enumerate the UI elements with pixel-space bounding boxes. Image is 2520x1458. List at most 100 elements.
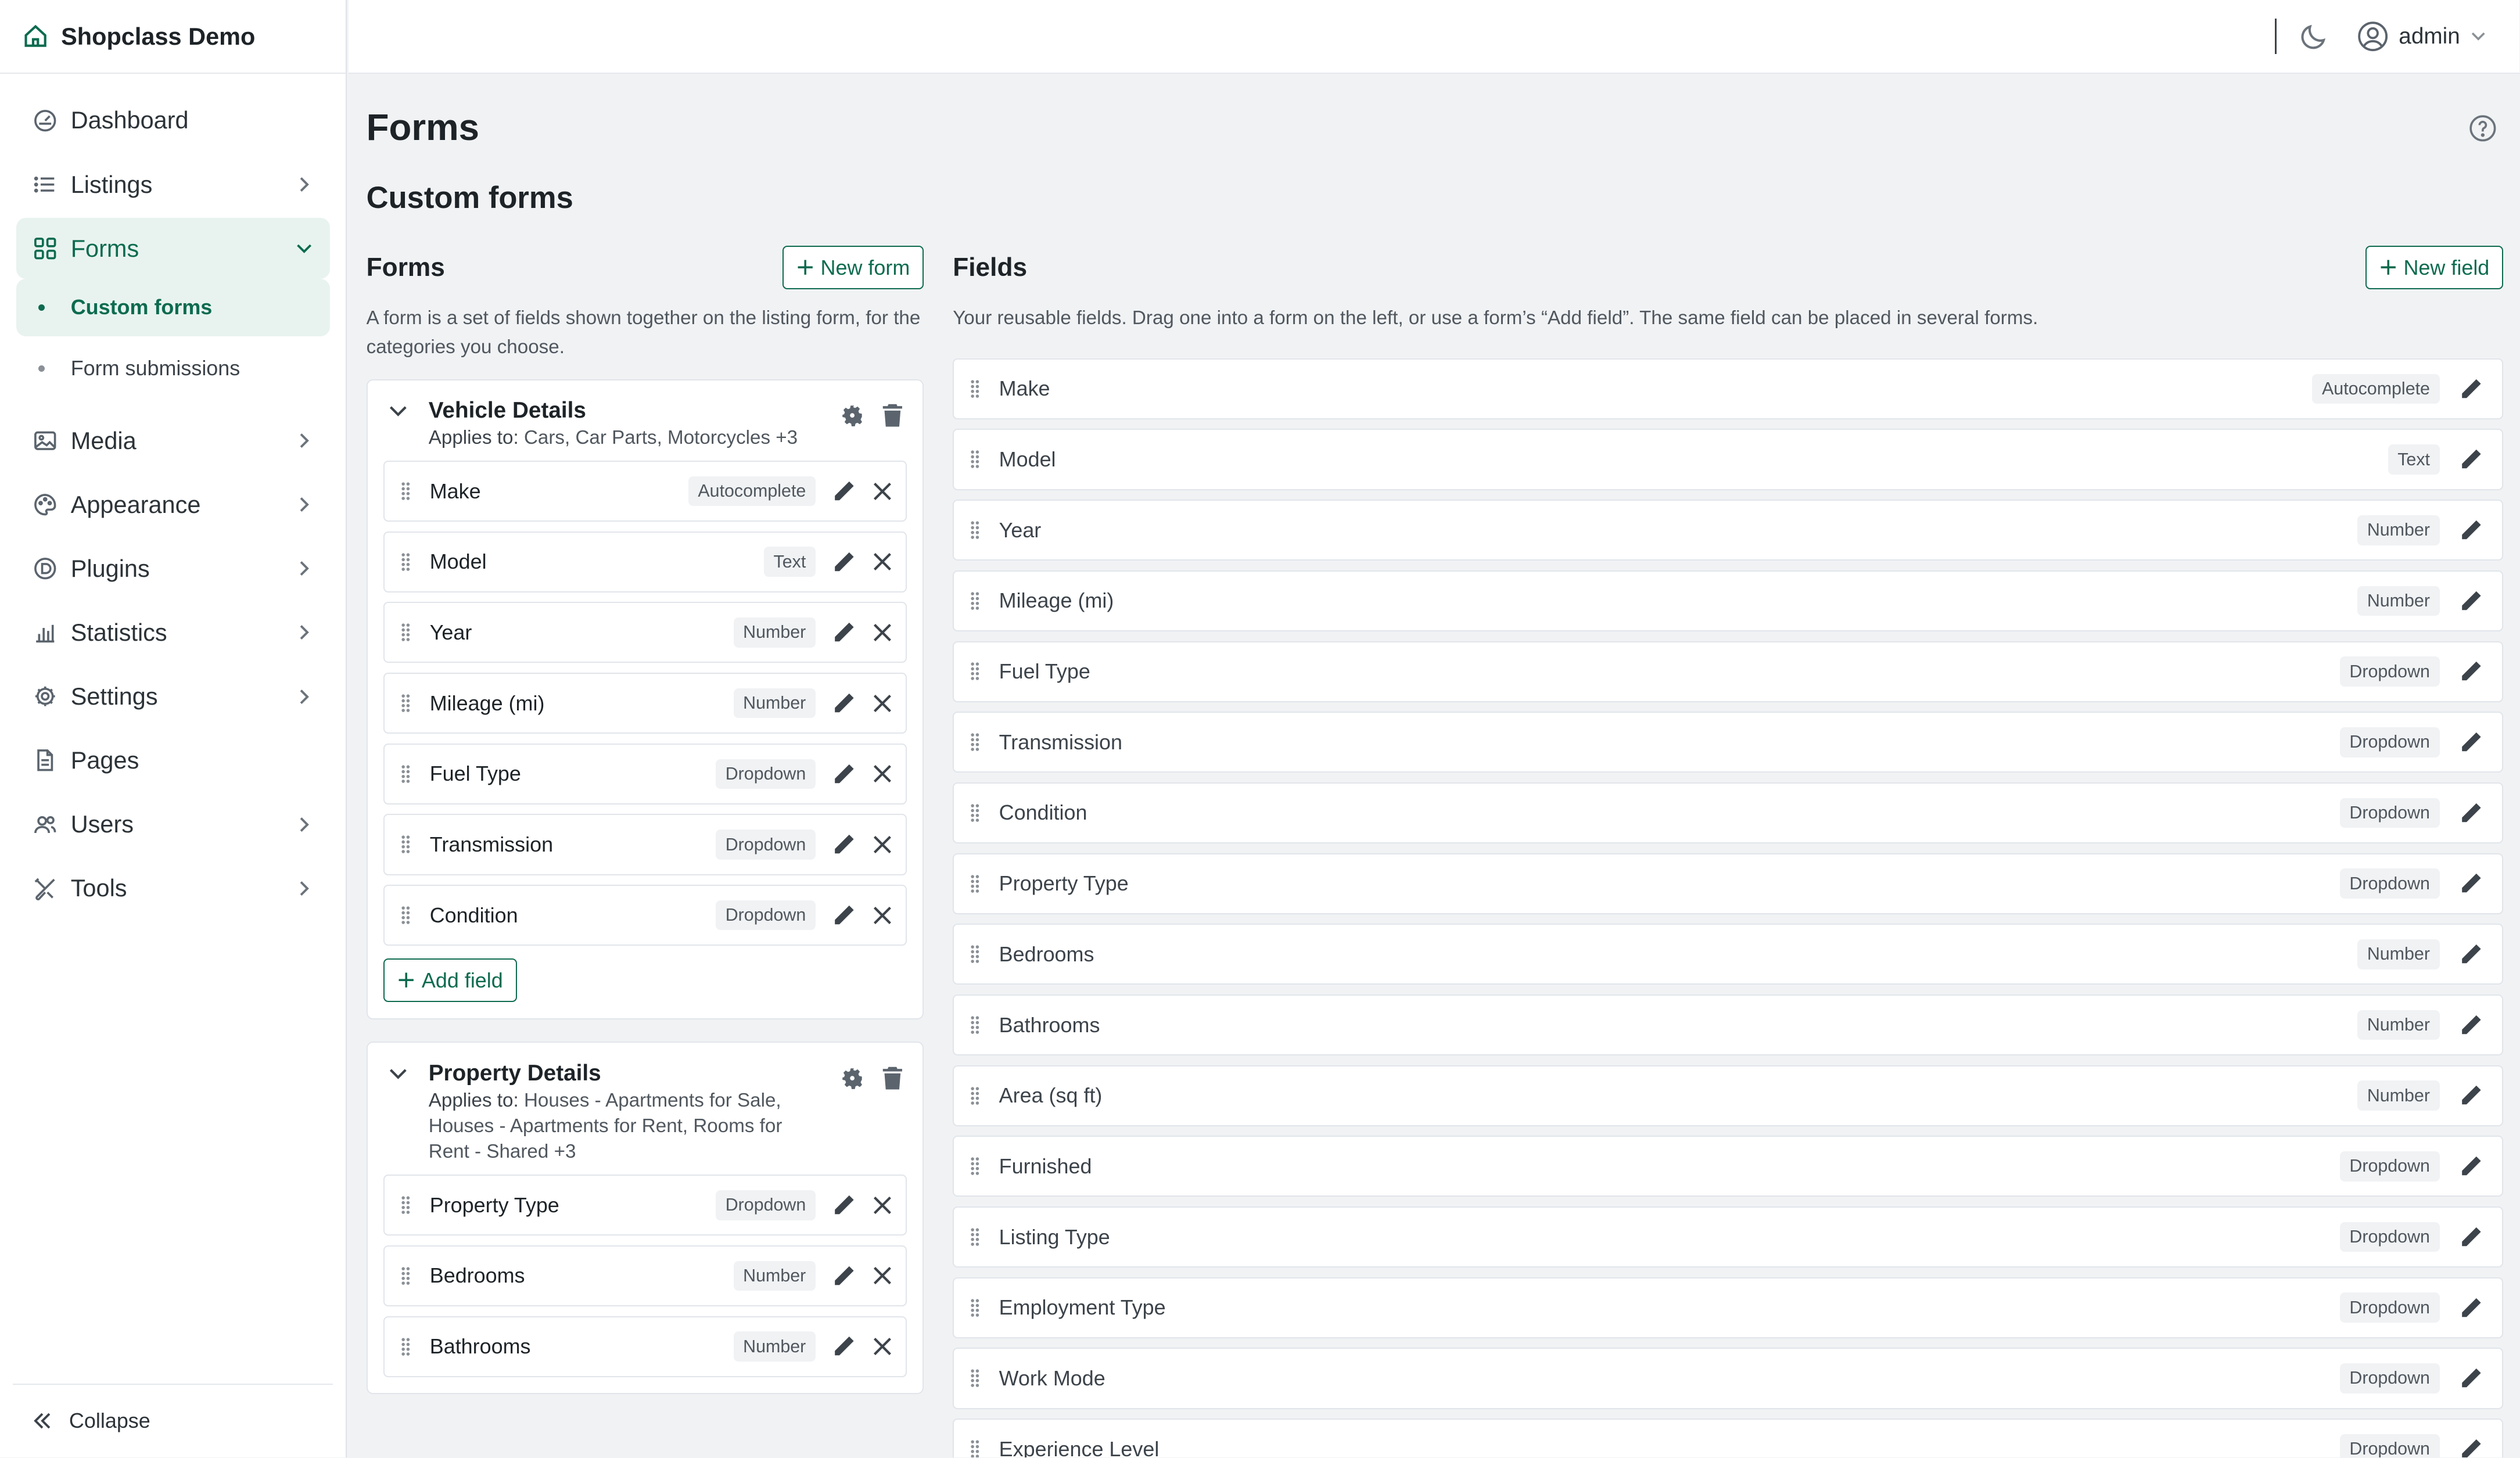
field-row[interactable]: Area (sq ft) Number <box>953 1065 2504 1126</box>
pencil-icon[interactable] <box>2459 659 2483 683</box>
close-icon[interactable] <box>872 622 893 643</box>
gear-icon[interactable] <box>839 1065 865 1091</box>
close-icon[interactable] <box>872 834 893 855</box>
field-row[interactable]: Make Autocomplete <box>953 358 2504 419</box>
sidebar-item-listings[interactable]: Listings <box>16 154 330 215</box>
drag-handle-icon[interactable] <box>970 450 980 469</box>
pencil-icon[interactable] <box>2459 801 2483 825</box>
field-row[interactable]: Transmission Dropdown <box>953 712 2504 773</box>
field-row[interactable]: Experience Level Dropdown <box>953 1419 2504 1457</box>
close-icon[interactable] <box>872 1195 893 1216</box>
sidebar-item-media[interactable]: Media <box>16 410 330 471</box>
drag-handle-icon[interactable] <box>401 1337 411 1356</box>
drag-handle-icon[interactable] <box>401 1266 411 1285</box>
pencil-icon[interactable] <box>832 1334 856 1358</box>
pencil-icon[interactable] <box>2459 871 2483 895</box>
form-field-row[interactable]: Year Number <box>383 602 907 663</box>
close-icon[interactable] <box>872 763 893 784</box>
field-row[interactable]: Mileage (mi) Number <box>953 570 2504 631</box>
drag-handle-icon[interactable] <box>401 1195 411 1215</box>
user-menu[interactable]: admin <box>2357 20 2487 52</box>
close-icon[interactable] <box>872 1336 893 1357</box>
field-row[interactable]: Bedrooms Number <box>953 924 2504 985</box>
pencil-icon[interactable] <box>832 832 856 856</box>
drag-handle-icon[interactable] <box>970 1298 980 1317</box>
sidebar-item-appearance[interactable]: Appearance <box>16 474 330 535</box>
drag-handle-icon[interactable] <box>970 1086 980 1105</box>
field-row[interactable]: Bathrooms Number <box>953 994 2504 1056</box>
pencil-icon[interactable] <box>832 691 856 715</box>
form-field-row[interactable]: Bedrooms Number <box>383 1245 907 1306</box>
sidebar-item-statistics[interactable]: Statistics <box>16 602 330 663</box>
close-icon[interactable] <box>872 693 893 714</box>
form-field-row[interactable]: Make Autocomplete <box>383 461 907 522</box>
pencil-icon[interactable] <box>2459 1083 2483 1107</box>
pencil-icon[interactable] <box>832 1264 856 1288</box>
field-row[interactable]: Condition Dropdown <box>953 782 2504 843</box>
pencil-icon[interactable] <box>2459 942 2483 966</box>
sidebar-item-plugins[interactable]: Plugins <box>16 538 330 599</box>
form-field-row[interactable]: Model Text <box>383 531 907 592</box>
form-field-row[interactable]: Transmission Dropdown <box>383 814 907 875</box>
sidebar-subitem-custom-forms[interactable]: Custom forms <box>16 278 330 337</box>
form-field-row[interactable]: Mileage (mi) Number <box>383 673 907 734</box>
chevron-down-icon[interactable] <box>387 400 410 422</box>
pencil-icon[interactable] <box>2459 447 2483 471</box>
pencil-icon[interactable] <box>2459 730 2483 754</box>
sidebar-item-settings[interactable]: Settings <box>16 666 330 727</box>
pencil-icon[interactable] <box>832 903 856 927</box>
drag-handle-icon[interactable] <box>970 732 980 752</box>
pencil-icon[interactable] <box>832 762 856 786</box>
drag-handle-icon[interactable] <box>970 945 980 964</box>
pencil-icon[interactable] <box>832 550 856 574</box>
pencil-icon[interactable] <box>2459 377 2483 401</box>
gear-icon[interactable] <box>839 403 865 428</box>
drag-handle-icon[interactable] <box>970 379 980 398</box>
sidebar-item-forms[interactable]: Forms <box>16 218 330 279</box>
drag-handle-icon[interactable] <box>401 764 411 784</box>
drag-handle-icon[interactable] <box>970 520 980 540</box>
drag-handle-icon[interactable] <box>401 552 411 572</box>
drag-handle-icon[interactable] <box>970 1369 980 1388</box>
pencil-icon[interactable] <box>2459 1013 2483 1037</box>
add-field-button[interactable]: Add field <box>383 958 517 1003</box>
pencil-icon[interactable] <box>832 620 856 644</box>
sidebar-item-tools[interactable]: Tools <box>16 858 330 919</box>
drag-handle-icon[interactable] <box>970 591 980 611</box>
chevron-down-icon[interactable] <box>387 1062 410 1085</box>
field-row[interactable]: Work Mode Dropdown <box>953 1348 2504 1409</box>
pencil-icon[interactable] <box>2459 589 2483 613</box>
pencil-icon[interactable] <box>2459 1296 2483 1320</box>
sidebar-subitem-form-submissions[interactable]: Form submissions <box>16 340 330 398</box>
pencil-icon[interactable] <box>2459 1154 2483 1178</box>
help-icon[interactable] <box>2468 114 2497 143</box>
drag-handle-icon[interactable] <box>401 694 411 713</box>
field-row[interactable]: Fuel Type Dropdown <box>953 641 2504 702</box>
sidebar-item-pages[interactable]: Pages <box>16 730 330 791</box>
drag-handle-icon[interactable] <box>970 1157 980 1176</box>
moon-icon[interactable] <box>2299 22 2328 51</box>
brand[interactable]: Shopclass Demo <box>0 0 346 74</box>
close-icon[interactable] <box>872 481 893 502</box>
form-field-row[interactable]: Bathrooms Number <box>383 1316 907 1377</box>
form-field-row[interactable]: Property Type Dropdown <box>383 1175 907 1236</box>
close-icon[interactable] <box>872 551 893 572</box>
close-icon[interactable] <box>872 905 893 926</box>
pencil-icon[interactable] <box>2459 1225 2483 1249</box>
close-icon[interactable] <box>872 1265 893 1286</box>
new-field-button[interactable]: New field <box>2365 246 2504 289</box>
drag-handle-icon[interactable] <box>970 1015 980 1035</box>
pencil-icon[interactable] <box>2459 1366 2483 1390</box>
collapse-sidebar-button[interactable]: Collapse <box>13 1383 333 1457</box>
field-row[interactable]: Model Text <box>953 429 2504 490</box>
field-row[interactable]: Furnished Dropdown <box>953 1136 2504 1197</box>
trash-icon[interactable] <box>881 1065 904 1091</box>
form-field-row[interactable]: Condition Dropdown <box>383 885 907 946</box>
pencil-icon[interactable] <box>832 479 856 503</box>
field-row[interactable]: Employment Type Dropdown <box>953 1277 2504 1338</box>
pencil-icon[interactable] <box>2459 1437 2483 1457</box>
drag-handle-icon[interactable] <box>401 482 411 501</box>
sidebar-item-dashboard[interactable]: Dashboard <box>16 90 330 151</box>
drag-handle-icon[interactable] <box>401 835 411 854</box>
drag-handle-icon[interactable] <box>970 1439 980 1457</box>
